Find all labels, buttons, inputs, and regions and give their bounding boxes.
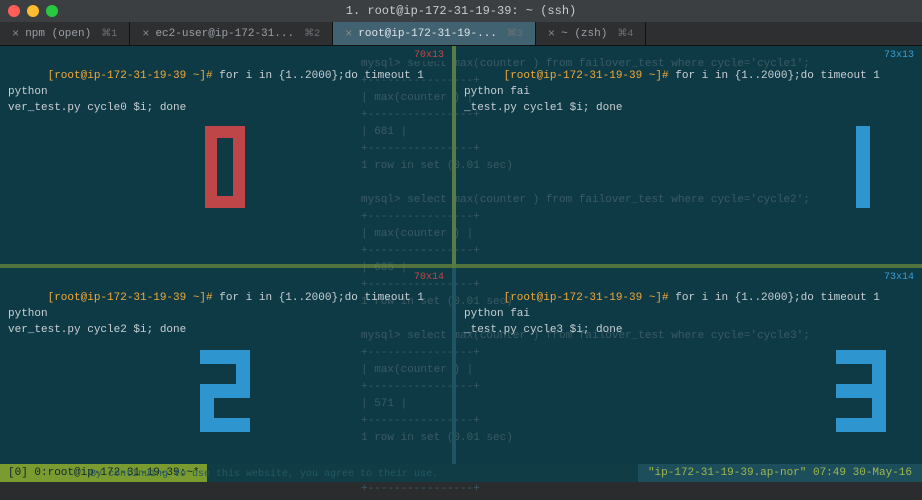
window-title: 1. root@ip-172-31-19-39: ~ (ssh) [0,4,922,18]
pane-prompt: [root@ip-172-31-19-39 ~]# for i in {1..2… [0,268,452,354]
tmux-pane-0[interactable]: [root@ip-172-31-19-39 ~]# for i in {1..2… [0,46,452,264]
tmux-pane-number-icon [200,350,250,432]
tmux-pane-3[interactable]: [root@ip-172-31-19-39 ~]# for i in {1..2… [456,268,922,482]
tab-shortcut: ⌘4 [617,28,633,40]
tmux-pane-2[interactable]: [root@ip-172-31-19-39 ~]# for i in {1..2… [0,268,452,482]
tmux-status-right: "ip-172-31-19-39.ap-nor" 07:49 30-May-16 [638,464,922,482]
pane-prompt: [root@ip-172-31-19-39 ~]# for i in {1..2… [456,268,922,354]
close-icon[interactable]: × [548,27,555,41]
terminal-tab-2[interactable]: × ec2-user@ip-172-31... ⌘2 [130,22,333,45]
tab-label: ec2-user@ip-172-31... [155,28,294,40]
pane-size-indicator: 73x13 [882,50,916,61]
tmux-window: mysql> select max(counter ) from failove… [0,46,922,482]
tab-label: npm (open) [25,28,91,40]
prompt-user: [root@ip-172-31-19-39 ~]# [504,292,669,304]
tmux-pane-number-icon [836,350,886,432]
pane-size-indicator: 70x14 [412,272,446,283]
faded-overlay-text: By continuing to use this website, you a… [90,469,438,480]
terminal-tab-1[interactable]: × npm (open) ⌘1 [0,22,130,45]
pane-size-indicator: 70x13 [412,50,446,61]
tab-shortcut: ⌘3 [507,28,523,40]
terminal-tab-4[interactable]: × ~ (zsh) ⌘4 [536,22,646,45]
tmux-pane-1[interactable]: [root@ip-172-31-19-39 ~]# for i in {1..2… [456,46,922,264]
prompt-user: [root@ip-172-31-19-39 ~]# [48,292,213,304]
tab-label: ~ (zsh) [561,28,607,40]
terminal-tab-3[interactable]: × root@ip-172-31-19-... ⌘3 [333,22,536,45]
tab-strip: × npm (open) ⌘1 × ec2-user@ip-172-31... … [0,22,922,46]
macos-titlebar: 1. root@ip-172-31-19-39: ~ (ssh) [0,0,922,22]
close-icon[interactable]: × [12,27,19,41]
prompt-user: [root@ip-172-31-19-39 ~]# [48,70,213,82]
tab-shortcut: ⌘2 [304,28,320,40]
prompt-user: [root@ip-172-31-19-39 ~]# [504,70,669,82]
tab-label: root@ip-172-31-19-... [358,28,497,40]
pane-prompt: [root@ip-172-31-19-39 ~]# for i in {1..2… [0,46,452,132]
close-icon[interactable]: × [345,27,352,41]
tmux-status-bar: [0] 0:root@ip-172-31-19-39:~* By continu… [0,464,922,482]
tmux-pane-number-icon [856,126,870,208]
close-icon[interactable]: × [142,27,149,41]
tmux-pane-number-icon [205,126,245,208]
tab-shortcut: ⌘1 [101,28,117,40]
pane-size-indicator: 73x14 [882,272,916,283]
pane-prompt: [root@ip-172-31-19-39 ~]# for i in {1..2… [456,46,922,132]
